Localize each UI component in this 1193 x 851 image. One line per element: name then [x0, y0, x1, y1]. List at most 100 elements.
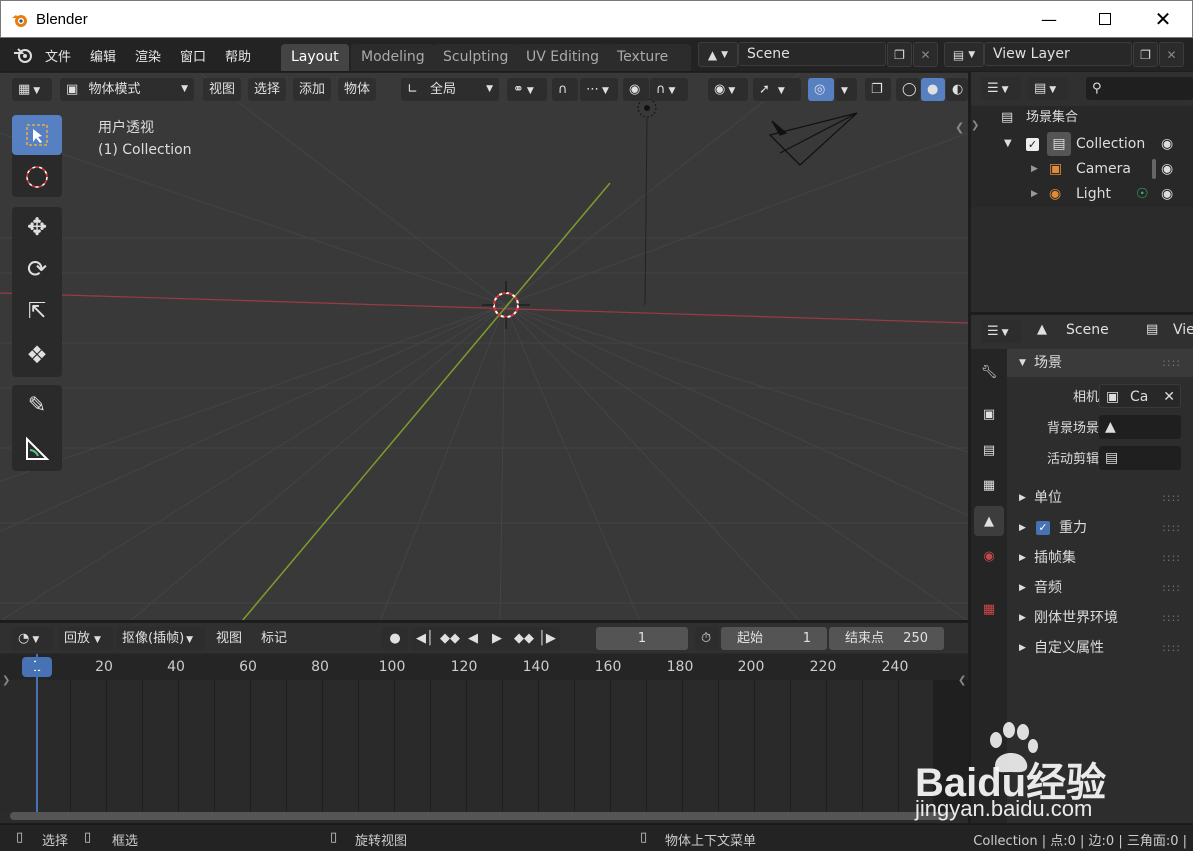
- shading-wireframe[interactable]: ◯: [896, 78, 920, 101]
- tab-scene[interactable]: ▲: [974, 506, 1004, 536]
- gizmo-button[interactable]: ➚ ▼: [753, 78, 801, 101]
- active-clip-field[interactable]: ▤: [1099, 446, 1181, 470]
- tab-texture[interactable]: ▦: [974, 594, 1004, 624]
- chevron-left-icon[interactable]: ❮: [958, 675, 966, 686]
- drag-handle-icon[interactable]: ::::: [1162, 604, 1181, 632]
- outliner-scene-collection[interactable]: ▤ 场景集合: [971, 106, 1193, 130]
- display-mode-button[interactable]: ▤ ▼: [1028, 77, 1068, 100]
- menu-add[interactable]: 添加: [293, 78, 332, 101]
- outliner-light[interactable]: ▶ ◉ Light ☉ ◉: [971, 182, 1193, 206]
- properties-editor-type[interactable]: ☰ ▼: [981, 320, 1021, 343]
- panel-keying-sets[interactable]: ▶ 插帧集 ::::: [1007, 544, 1193, 572]
- new-view-layer-button[interactable]: ❐: [1133, 42, 1158, 67]
- panel-scene-header[interactable]: ▼ 场景 ::::: [1007, 349, 1193, 377]
- snap-toggle[interactable]: ∩: [552, 78, 578, 101]
- timeline-scrollbar[interactable]: [10, 812, 955, 820]
- eye-icon[interactable]: ◉: [1161, 157, 1173, 181]
- record-button[interactable]: ●: [382, 627, 408, 650]
- menu-object[interactable]: 物体: [338, 78, 377, 101]
- jump-start-icon[interactable]: ◀│: [416, 627, 434, 650]
- sidebar-toggle[interactable]: ❮: [955, 121, 964, 134]
- tab-uv-editing[interactable]: UV Editing: [516, 44, 610, 71]
- outliner-camera[interactable]: ▶ ▣ Camera ◉: [971, 157, 1193, 181]
- minimize-button[interactable]: —: [1021, 1, 1077, 37]
- outliner-editor-type[interactable]: ☰ ▼: [981, 77, 1021, 100]
- measure-tool[interactable]: [12, 429, 62, 469]
- menu-view[interactable]: 视图: [203, 78, 242, 101]
- camera-property-field[interactable]: ▣ Ca ✕: [1099, 384, 1181, 408]
- annotate-tool[interactable]: ✎: [12, 385, 62, 425]
- overlays-dropdown[interactable]: ▼: [835, 78, 857, 101]
- select-box-tool[interactable]: [12, 115, 62, 155]
- panel-custom-properties[interactable]: ▶ 自定义属性 ::::: [1007, 634, 1193, 662]
- editor-type-button[interactable]: ▦ ▼: [12, 78, 52, 101]
- tab-view-layer[interactable]: ▦: [974, 470, 1004, 500]
- panel-audio[interactable]: ▶ 音频 ::::: [1007, 574, 1193, 602]
- chevron-right-icon[interactable]: ❯: [971, 120, 979, 131]
- keying-menu[interactable]: 抠像(插帧) ▼: [116, 627, 206, 650]
- transform-tool[interactable]: ❖: [12, 335, 62, 375]
- view-layer-selector-button[interactable]: ▤ ▼: [944, 42, 984, 67]
- frame-start-field[interactable]: 起始 1: [721, 627, 827, 650]
- outliner-search-input[interactable]: ⚲: [1086, 77, 1193, 100]
- frame-end-field[interactable]: 结束点 250: [829, 627, 944, 650]
- tab-texture-paint[interactable]: Texture Pa: [607, 44, 691, 71]
- close-icon[interactable]: ✕: [1163, 383, 1175, 411]
- drag-handle-icon[interactable]: ::::: [1162, 634, 1181, 662]
- drag-handle-icon[interactable]: ::::: [1162, 349, 1181, 377]
- snap-type-button[interactable]: ⋯ ▼: [580, 78, 618, 101]
- gravity-checkbox[interactable]: ✓: [1036, 521, 1050, 535]
- timeline-editor-type[interactable]: ◔ ▼: [12, 627, 54, 650]
- mode-dropdown[interactable]: ▣ 物体模式 ▼: [60, 78, 194, 101]
- panel-gravity[interactable]: ▶ ✓ 重力 ::::: [1007, 514, 1193, 542]
- shading-solid[interactable]: ●: [921, 78, 945, 101]
- tab-tool[interactable]: 🔧︎: [974, 357, 1004, 387]
- menu-select[interactable]: 选择: [248, 78, 287, 101]
- jump-end-icon[interactable]: │▶: [538, 627, 556, 650]
- tab-modeling[interactable]: Modeling: [351, 44, 435, 71]
- xray-toggle[interactable]: ❐: [865, 78, 891, 101]
- view-layer-field[interactable]: View Layer: [984, 42, 1132, 66]
- playback-menu[interactable]: 回放 ▼: [58, 627, 114, 650]
- tab-world[interactable]: ◉: [974, 541, 1004, 571]
- frame-ruler[interactable]: 1 20 40 60 80 100 120 140 160 180 200 22…: [0, 654, 968, 680]
- eye-icon[interactable]: ◉: [1161, 182, 1173, 206]
- panel-units[interactable]: ▶ 单位 ::::: [1007, 484, 1193, 512]
- menu-file[interactable]: 文件: [45, 46, 71, 65]
- drag-handle-icon[interactable]: ::::: [1162, 484, 1181, 512]
- play-reverse-icon[interactable]: ◀: [468, 627, 478, 650]
- expand-icon[interactable]: ▶: [1031, 182, 1038, 206]
- expand-icon[interactable]: ▼: [1004, 132, 1012, 156]
- overlays-toggle[interactable]: ◎: [808, 78, 834, 101]
- scene-selector-button[interactable]: ▲ ▼: [698, 42, 738, 67]
- play-icon[interactable]: ▶: [492, 627, 502, 650]
- current-frame-field[interactable]: 1: [596, 627, 688, 650]
- rotate-tool[interactable]: ⟳: [12, 249, 62, 289]
- drag-handle-icon[interactable]: ::::: [1162, 574, 1181, 602]
- delete-view-layer-button[interactable]: ✕: [1159, 42, 1184, 67]
- tab-sculpting[interactable]: Sculpting: [433, 44, 519, 71]
- expand-icon[interactable]: ▶: [1031, 157, 1038, 181]
- delete-scene-button[interactable]: ✕: [913, 42, 938, 67]
- menu-edit[interactable]: 编辑: [90, 46, 116, 65]
- move-tool[interactable]: ✥: [12, 207, 62, 247]
- tab-output[interactable]: ▤: [974, 435, 1004, 465]
- cursor-tool[interactable]: [12, 157, 62, 197]
- menu-render[interactable]: 渲染: [135, 46, 161, 65]
- drag-handle-icon[interactable]: ::::: [1162, 514, 1181, 542]
- eye-icon[interactable]: ◉: [1161, 132, 1173, 156]
- timeline-area[interactable]: [0, 654, 933, 812]
- marker-menu[interactable]: 标记: [255, 627, 293, 650]
- chevron-right-icon[interactable]: ❯: [2, 675, 10, 686]
- visibility-button[interactable]: ◉ ▼: [708, 78, 748, 101]
- falloff-button[interactable]: ∩ ▼: [650, 78, 688, 101]
- maximize-button[interactable]: [1077, 1, 1133, 37]
- new-scene-button[interactable]: ❐: [887, 42, 912, 67]
- close-button[interactable]: ✕: [1135, 1, 1191, 37]
- scale-tool[interactable]: ⇱: [12, 291, 62, 331]
- proportional-edit-toggle[interactable]: ◉: [623, 78, 649, 101]
- menu-help[interactable]: 帮助: [225, 46, 251, 65]
- 3d-viewport[interactable]: ▦ ▼ ▣ 物体模式 ▼ 视图 选择 添加 物体 ∟ 全局 ▼ ⚭ ▼ ∩ ⋯ ▼ ◉…: [0, 72, 968, 620]
- outliner-collection[interactable]: ▼ ✓ ▤ Collection ◉: [971, 132, 1193, 156]
- pivot-point-button[interactable]: ⚭ ▼: [507, 78, 547, 101]
